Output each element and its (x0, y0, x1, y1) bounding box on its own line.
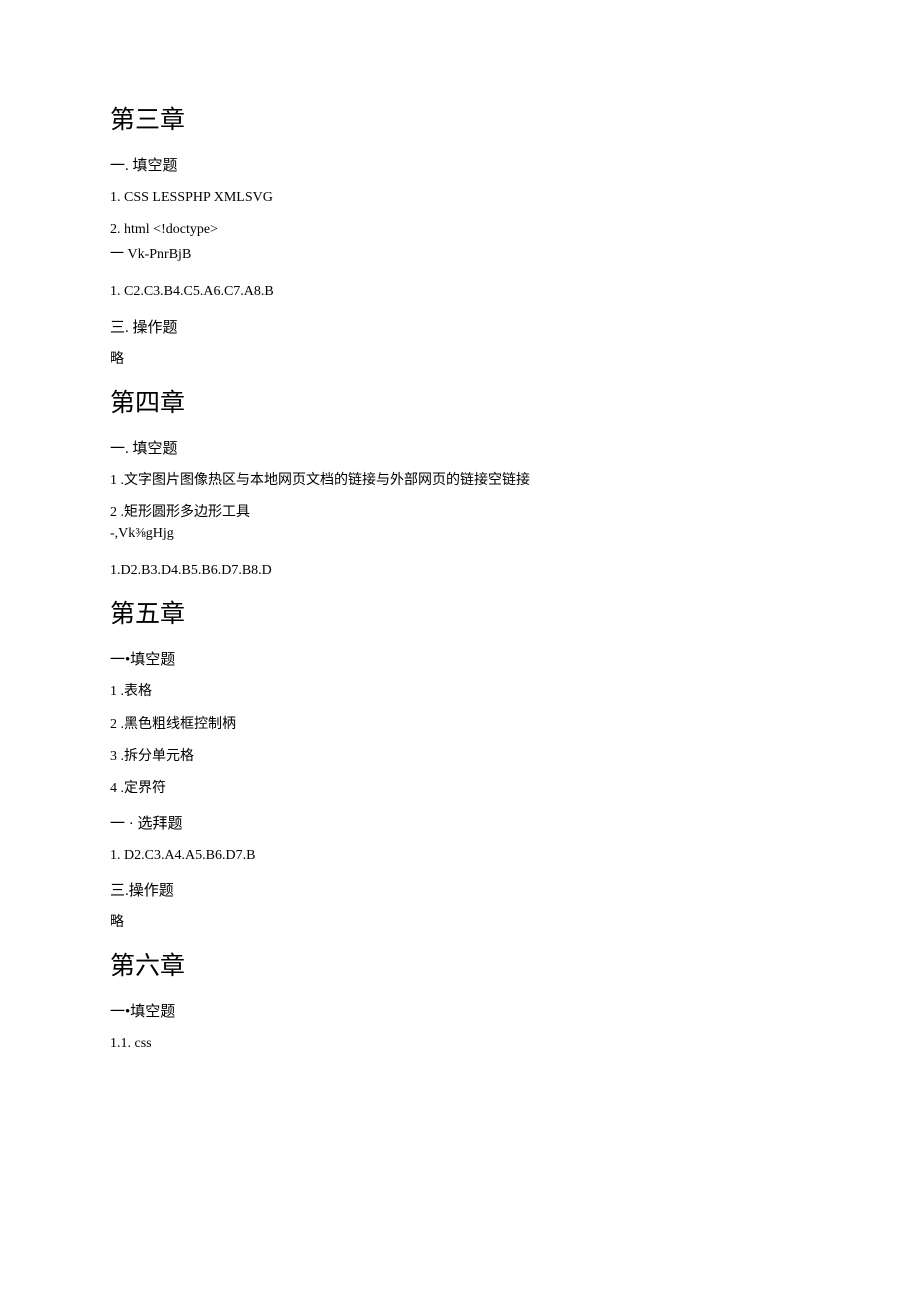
chapter-5-title: 第五章 (110, 594, 810, 630)
chapter-4-title: 第四章 (110, 383, 810, 419)
ch4-garbled: -,Vk⅜gHjg (110, 526, 810, 542)
ch5-q3: 3 .拆分单元格 (110, 748, 810, 766)
ch4-q2: 2 .矩形圆形多边形工具 (110, 504, 810, 522)
chapter-6-title: 第六章 (110, 946, 810, 982)
ch5-omit: 略 (110, 914, 810, 932)
ch5-fill-heading: 一•填空题 (110, 648, 810, 669)
ch5-choice-heading: 一 · 选拜题 (110, 812, 810, 833)
ch3-q2: 2. html <!doctype> (110, 221, 810, 239)
ch3-mc: 1. C2.C3.B4.C5.A6.C7.A8.B (110, 283, 810, 301)
ch5-q1: 1 .表格 (110, 683, 810, 701)
ch5-ops-heading: 三.操作题 (110, 879, 810, 900)
ch6-q1: 1.1. css (110, 1035, 810, 1053)
chapter-3-title: 第三章 (110, 100, 810, 136)
ch5-q4: 4 .定界符 (110, 780, 810, 798)
ch3-ops-heading: 三. 操作题 (110, 316, 810, 337)
ch3-garbled: 一 Vk-PnrBjB (110, 243, 810, 263)
ch6-fill-heading: 一•填空题 (110, 1000, 810, 1021)
ch4-mc: 1.D2.B3.D4.B5.B6.D7.B8.D (110, 562, 810, 580)
ch3-fill-heading: 一. 填空题 (110, 154, 810, 175)
ch3-omit: 略 (110, 351, 810, 369)
ch5-mc: 1. D2.C3.A4.A5.B6.D7.B (110, 847, 810, 865)
ch3-q1: 1. CSS LESSPHP XMLSVG (110, 189, 810, 207)
ch4-q1: 1 .文字图片图像热区与本地网页文档的链接与外部网页的链接空链接 (110, 472, 810, 490)
ch4-fill-heading: 一. 填空题 (110, 437, 810, 458)
ch5-q2: 2 .黑色粗线框控制柄 (110, 716, 810, 734)
